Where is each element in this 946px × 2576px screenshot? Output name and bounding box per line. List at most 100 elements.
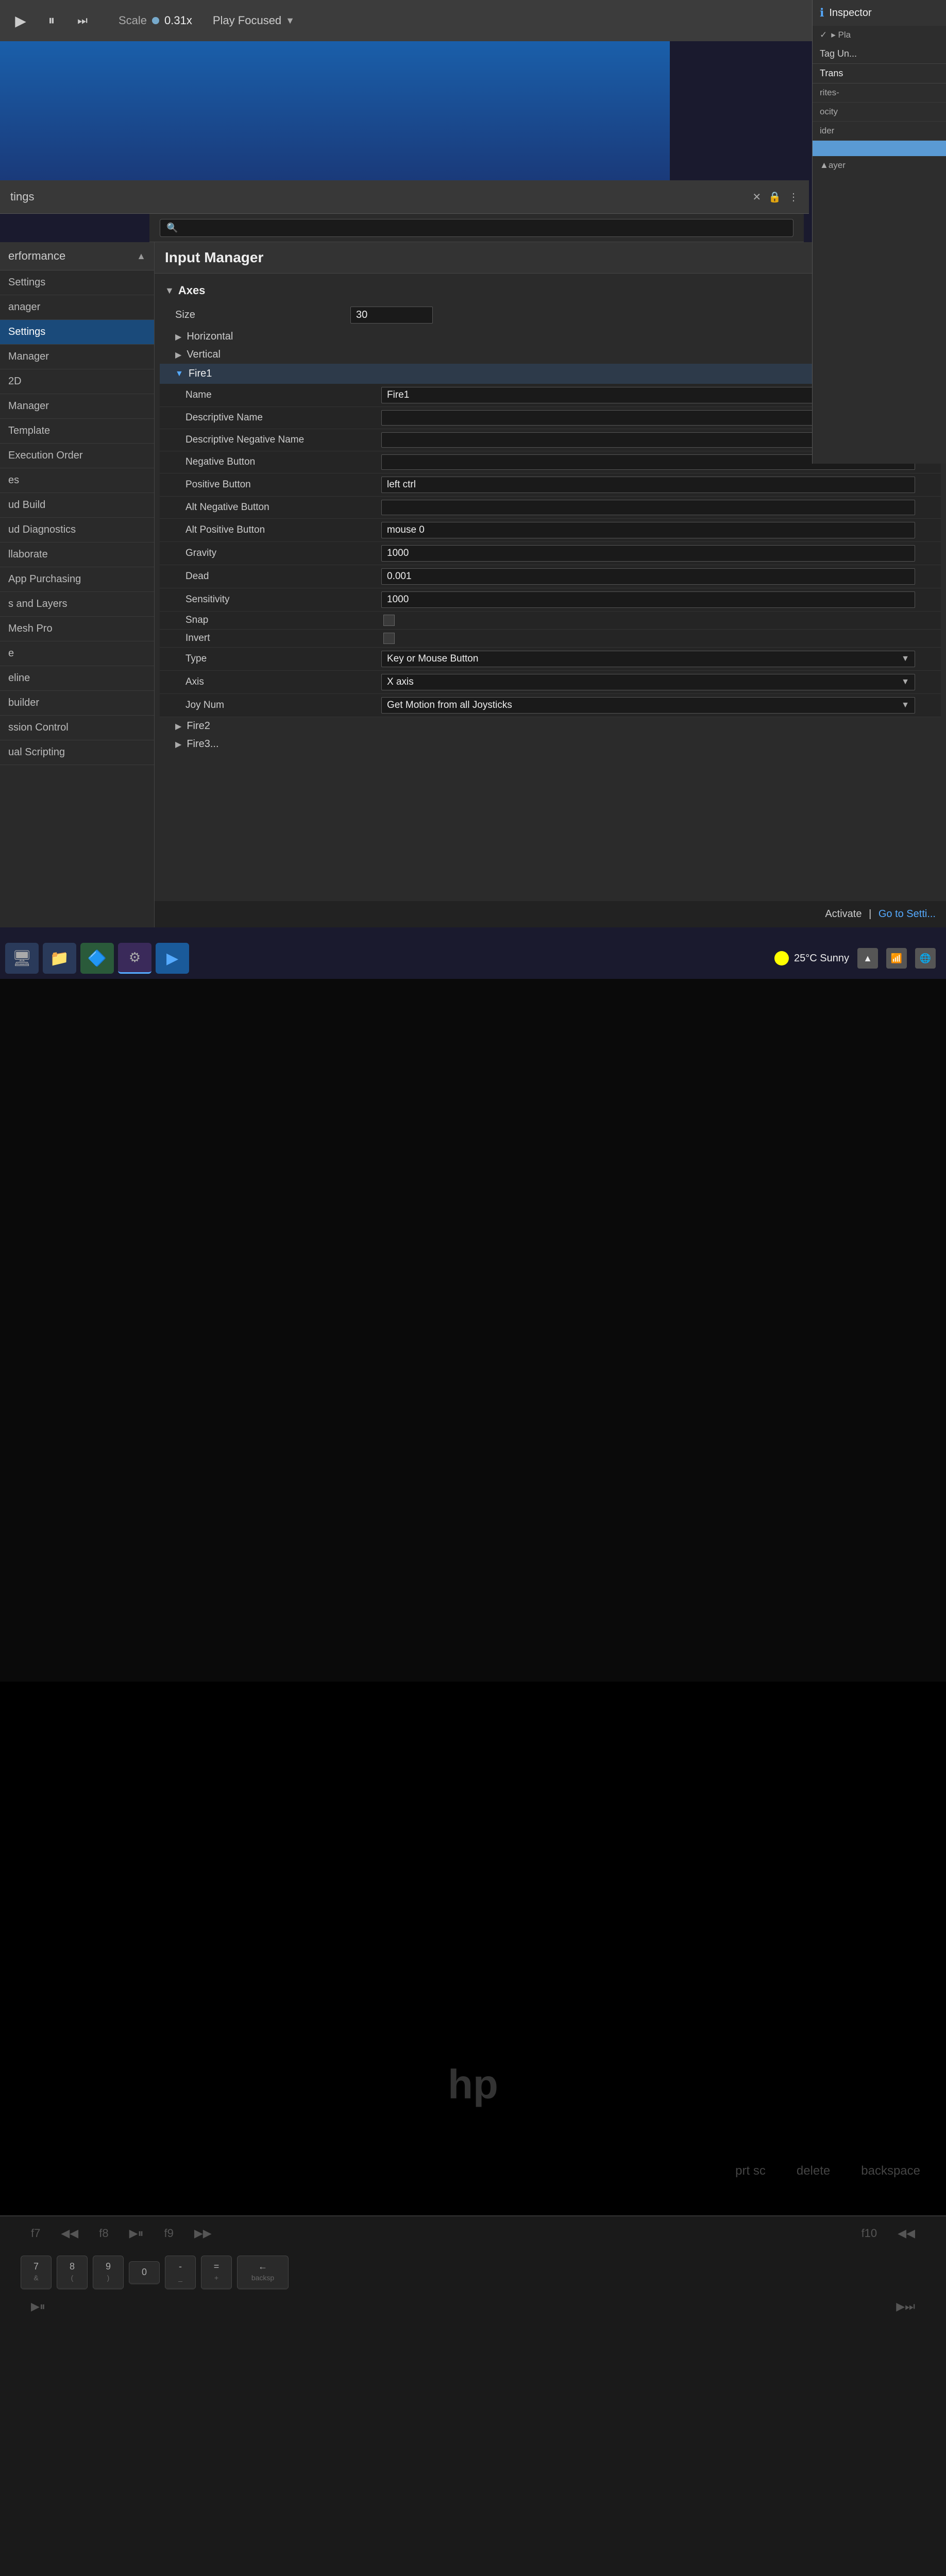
sidebar-item-settings1[interactable]: Settings — [0, 270, 154, 295]
key-8[interactable]: 8( — [57, 2256, 88, 2290]
sidebar-item-collaborate[interactable]: llaborate — [0, 543, 154, 567]
key-9[interactable]: 9) — [93, 2256, 124, 2290]
inspector-panel: ℹ Inspector ✓ ▸ Pla Tag Un... Trans rite… — [812, 0, 946, 464]
fn-prev2: ◀◀ — [898, 2227, 915, 2240]
axes-expand-arrow: ▼ — [165, 285, 174, 296]
prop-sens-label: Sensitivity — [185, 594, 381, 605]
prop-type-dropdown[interactable]: Key or Mouse Button ▼ — [381, 651, 915, 667]
layer-row: ▲ayer — [813, 156, 946, 175]
prop-invert-checkbox[interactable] — [383, 633, 395, 644]
search-wrapper[interactable]: 🔍 — [160, 219, 793, 237]
prop-snap-row: Snap — [160, 612, 941, 630]
prop-alt-neg-value — [381, 500, 915, 515]
inspector-tag-row: Tag Un... — [813, 44, 946, 64]
sidebar-item-layers[interactable]: s and Layers — [0, 592, 154, 617]
taskbar-prog2-icon: 📁 — [50, 950, 69, 968]
sidebar-item-version-control[interactable]: ssion Control — [0, 716, 154, 740]
sidebar-item-es[interactable]: es — [0, 468, 154, 493]
sidebar-item-e[interactable]: e — [0, 641, 154, 666]
fn-f7: f7 — [31, 2227, 40, 2240]
sidebar-item-settings2[interactable]: Settings — [0, 320, 154, 345]
fire1-label: Fire1 — [189, 368, 212, 380]
sidebar-item-timeline[interactable]: eline — [0, 666, 154, 691]
scale-label: Scale — [119, 14, 147, 27]
taskbar: 🖥 📁 🔷 ⚙ ▶ 25°C Sunny ▲ 📶 🌐 — [0, 938, 946, 979]
key-0[interactable]: 0 — [129, 2261, 160, 2284]
play-button[interactable]: ▶ — [10, 10, 31, 31]
sidebar-item-execorder[interactable]: Execution Order — [0, 444, 154, 468]
key-equals[interactable]: =+ — [201, 2256, 232, 2290]
prop-gravity-value: 1000 — [381, 545, 915, 562]
sidebar-item-manager[interactable]: anager — [0, 295, 154, 320]
toolbar-row2: tings ✕ 🔒 ⋮ — [0, 180, 809, 214]
sidebar-item-manager3[interactable]: Manager — [0, 394, 154, 419]
key-7[interactable]: 7& — [21, 2256, 52, 2290]
fire3-item[interactable]: ▶ Fire3... — [160, 735, 941, 753]
key-minus[interactable]: -_ — [165, 2256, 196, 2290]
tray-icon-wifi[interactable]: 📶 — [886, 948, 907, 969]
play-focused-label: Play Focused — [213, 14, 281, 27]
step-button[interactable]: ⏭ — [72, 10, 93, 31]
prop-snap-checkbox[interactable] — [383, 615, 395, 626]
sidebar-item-build[interactable]: ud Build — [0, 493, 154, 518]
weather-sun-icon — [774, 951, 789, 965]
keyboard-area: f7 ◀◀ f8 ▶⏸ f9 ▶▶ f10 ◀◀ 7& 8( 9) 0 -_ =… — [0, 2215, 946, 2576]
search-input[interactable] — [182, 223, 787, 233]
search-icon: 🔍 — [166, 223, 178, 233]
prop-invert-label: Invert — [185, 633, 381, 644]
taskbar-prog-5[interactable]: ▶ — [156, 943, 189, 974]
sidebar-item-builder[interactable]: builder — [0, 691, 154, 716]
taskbar-programs: 🖥 📁 🔷 ⚙ ▶ — [0, 938, 194, 979]
prop-axis-row: Axis X axis ▼ — [160, 671, 941, 694]
fire3-arrow: ▶ — [175, 739, 181, 750]
vertical-arrow: ▶ — [175, 350, 181, 360]
play-focused-area[interactable]: Play Focused ▼ — [213, 14, 295, 27]
prop-alt-pos-value: mouse 0 — [381, 522, 915, 538]
sidebar-item-app-purchasing[interactable]: App Purchasing — [0, 567, 154, 592]
left-sidebar: erformance ▲ Settings anager Settings Ma… — [0, 242, 155, 927]
taskbar-prog-3[interactable]: 🔷 — [80, 943, 114, 974]
sidebar-item-manager2[interactable]: Manager — [0, 345, 154, 369]
toolbar2-close[interactable]: ✕ — [752, 191, 761, 204]
fire2-arrow: ▶ — [175, 721, 181, 732]
prop-joynum-dropdown[interactable]: Get Motion from all Joysticks ▼ — [381, 697, 915, 714]
go-to-settings-link[interactable]: Go to Setti... — [879, 908, 936, 920]
toolbar2-more[interactable]: ⋮ — [788, 191, 799, 204]
sidebar-item-mesh-pro[interactable]: Mesh Pro — [0, 617, 154, 641]
prop-alt-neg-row: Alt Negative Button — [160, 497, 941, 519]
prop-alt-pos-row: Alt Positive Button mouse 0 — [160, 519, 941, 542]
bottom-info-backspace: backspace — [861, 2164, 920, 2178]
prop-dead-row: Dead 0.001 — [160, 565, 941, 588]
fn-f10: f10 — [861, 2227, 877, 2240]
sidebar-item-2d[interactable]: 2D — [0, 369, 154, 394]
key-backspace[interactable]: ←backsp — [237, 2256, 289, 2290]
taskbar-prog-4[interactable]: ⚙ — [118, 943, 151, 974]
sidebar-item-diagnostics[interactable]: ud Diagnostics — [0, 518, 154, 543]
horizontal-arrow: ▶ — [175, 332, 181, 342]
fire2-item[interactable]: ▶ Fire2 — [160, 717, 941, 735]
fire3-label: Fire3... — [187, 738, 218, 750]
sidebar-performance-header[interactable]: erformance ▲ — [0, 242, 154, 270]
tray-icon-1[interactable]: ▲ — [857, 948, 878, 969]
sidebar-item-template[interactable]: Template — [0, 419, 154, 444]
activate-label: Activate — [825, 908, 861, 920]
taskbar-prog3-icon: 🔷 — [88, 950, 107, 968]
sidebar-item-visual-scripting[interactable]: ual Scripting — [0, 740, 154, 765]
scale-area: Scale 0.31x — [119, 14, 192, 27]
tray-icon-network[interactable]: 🌐 — [915, 948, 936, 969]
media-row: ▶⏸ ▶⏭ — [0, 2295, 946, 2318]
prop-pos-btn-label: Positive Button — [185, 479, 381, 490]
trans-row: Trans — [813, 64, 946, 83]
axes-label: Axes — [178, 284, 206, 297]
inspector-title: Inspector — [829, 7, 871, 19]
prop-axis-dropdown[interactable]: X axis ▼ — [381, 674, 915, 690]
game-view — [0, 41, 670, 180]
pause-button[interactable]: ⏸ — [41, 10, 62, 31]
taskbar-prog-1[interactable]: 🖥 — [5, 943, 39, 974]
taskbar-prog-2[interactable]: 📁 — [43, 943, 76, 974]
fn-next: ▶▶ — [194, 2227, 212, 2240]
fire1-arrow: ▼ — [175, 369, 183, 379]
weather-text: 25°C Sunny — [794, 953, 849, 964]
toolbar2-lock[interactable]: 🔒 — [768, 191, 781, 204]
scale-value: 0.31x — [164, 14, 192, 27]
